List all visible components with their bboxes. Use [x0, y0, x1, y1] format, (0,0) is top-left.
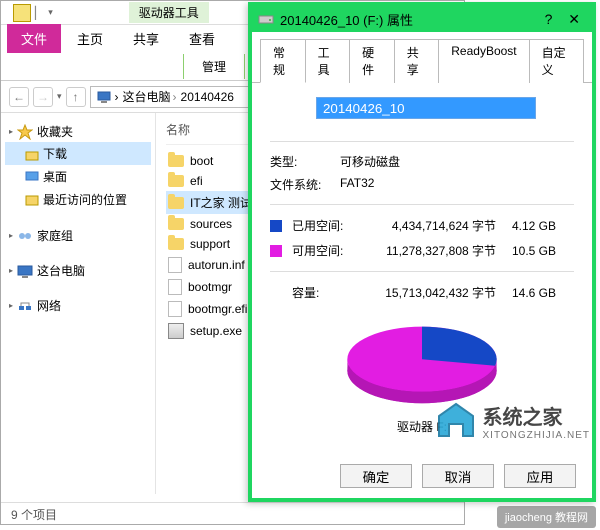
drive-name-input[interactable]: [316, 97, 536, 119]
folder-icon: [168, 155, 184, 167]
folder-icon: [168, 175, 184, 187]
free-space-row: 可用空间: 11,278,327,808 字节 10.5 GB: [270, 238, 574, 263]
drive-icon: [258, 11, 274, 27]
navigation-pane: ▸ 收藏夹 下载 桌面 最近访问的位置: [1, 113, 156, 494]
file-name: bootmgr: [188, 280, 232, 294]
properties-tabs: 常规 工具 硬件 共享 ReadyBoost 自定义: [252, 32, 592, 83]
used-size: 4.12 GB: [496, 219, 556, 233]
tab-customize[interactable]: 自定义: [530, 39, 584, 83]
tab-hardware[interactable]: 硬件: [350, 39, 395, 83]
folder-icon: [168, 238, 184, 250]
filesystem-value: FAT32: [340, 176, 374, 193]
used-bytes: 4,434,714,624 字节: [364, 217, 496, 234]
sidebar-favorites[interactable]: ▸ 收藏夹: [5, 121, 151, 142]
tab-view[interactable]: 查看: [175, 24, 229, 53]
folder-icon: [168, 218, 184, 230]
file-name: boot: [190, 154, 213, 168]
file-icon: [168, 279, 182, 295]
star-icon: [17, 124, 33, 140]
sidebar-label: 收藏夹: [37, 123, 73, 140]
tab-readyboost[interactable]: ReadyBoost: [439, 39, 529, 83]
breadcrumb[interactable]: 这台电脑›: [123, 88, 177, 105]
nav-recent-icon[interactable]: ▾: [57, 91, 62, 102]
file-name: autorun.inf: [188, 258, 245, 272]
free-bytes: 11,278,327,808 字节: [364, 242, 496, 259]
network-icon: [17, 298, 33, 314]
qat-divider: ▏: [35, 6, 44, 20]
site-watermark: 系统之家 XITONGZHIJIA.NET: [435, 400, 591, 442]
homegroup-icon: [17, 228, 33, 244]
sidebar-homegroup[interactable]: ▸ 家庭组: [5, 225, 151, 246]
chevron-icon: ▸: [9, 301, 13, 310]
exe-icon: [168, 323, 184, 339]
folder-icon: [168, 197, 184, 209]
tab-general[interactable]: 常规: [260, 39, 306, 83]
disk-usage-pie-chart: [337, 319, 507, 409]
tab-file[interactable]: 文件: [7, 24, 61, 53]
ribbon-context-label: 驱动器工具: [129, 2, 209, 23]
tab-share[interactable]: 共享: [119, 24, 173, 53]
nav-up-button[interactable]: ↑: [66, 87, 86, 107]
tab-sharing[interactable]: 共享: [395, 39, 440, 83]
file-name: setup.exe: [190, 324, 242, 338]
qat-dropdown-icon[interactable]: ▾: [48, 7, 53, 18]
folder-icon: [13, 4, 31, 22]
download-icon: [25, 147, 39, 161]
type-label: 类型:: [270, 153, 340, 170]
dialog-help-button[interactable]: ?: [539, 11, 559, 27]
type-value: 可移动磁盘: [340, 153, 400, 170]
chevron-icon: ▸: [9, 231, 13, 240]
file-name: sources: [190, 217, 232, 231]
dialog-close-button[interactable]: ✕: [562, 11, 586, 27]
pc-icon: [17, 263, 33, 279]
tab-home[interactable]: 主页: [63, 24, 117, 53]
capacity-bytes: 15,713,042,432 字节: [364, 284, 496, 301]
free-size: 10.5 GB: [496, 244, 556, 258]
file-name: efi: [190, 174, 203, 188]
sidebar-item-recent[interactable]: 最近访问的位置: [5, 188, 151, 211]
file-name: bootmgr.efi: [188, 302, 247, 316]
used-space-row: 已用空间: 4,434,714,624 字节 4.12 GB: [270, 213, 574, 238]
item-count: 9 个项目: [11, 508, 57, 522]
nav-back-button[interactable]: ←: [9, 87, 29, 107]
recent-icon: [25, 193, 39, 207]
sidebar-item-downloads[interactable]: 下载: [5, 142, 151, 165]
used-swatch: [270, 220, 282, 232]
file-icon: [168, 301, 182, 317]
chevron-down-icon: ▸: [9, 127, 13, 136]
chevron-icon: ▸: [9, 266, 13, 275]
ok-button[interactable]: 确定: [340, 464, 412, 488]
pc-icon: [97, 90, 111, 104]
sidebar-network[interactable]: ▸ 网络: [5, 295, 151, 316]
status-bar: 9 个项目: [1, 502, 464, 524]
capacity-size: 14.6 GB: [496, 286, 556, 300]
logo-icon: [435, 400, 477, 442]
tab-manage[interactable]: 管理: [183, 54, 245, 79]
dialog-title: 20140426_10 (F:) 属性: [280, 10, 413, 29]
apply-button[interactable]: 应用: [504, 464, 576, 488]
chevron-right-icon[interactable]: ›: [115, 90, 119, 104]
file-name: support: [190, 237, 230, 251]
desktop-icon: [25, 170, 39, 184]
breadcrumb[interactable]: 20140426: [181, 90, 234, 104]
dialog-titlebar[interactable]: 20140426_10 (F:) 属性 ? ✕: [252, 6, 592, 32]
sidebar-item-desktop[interactable]: 桌面: [5, 165, 151, 188]
sidebar-thispc[interactable]: ▸ 这台电脑: [5, 260, 151, 281]
nav-forward-button[interactable]: →: [33, 87, 53, 107]
file-icon: [168, 257, 182, 273]
free-swatch: [270, 245, 282, 257]
cancel-button[interactable]: 取消: [422, 464, 494, 488]
corner-watermark: jiaocheng 教程网: [497, 506, 596, 528]
capacity-row: 容量: 15,713,042,432 字节 14.6 GB: [270, 280, 574, 305]
filesystem-label: 文件系统:: [270, 176, 340, 193]
tab-tools[interactable]: 工具: [306, 39, 351, 83]
